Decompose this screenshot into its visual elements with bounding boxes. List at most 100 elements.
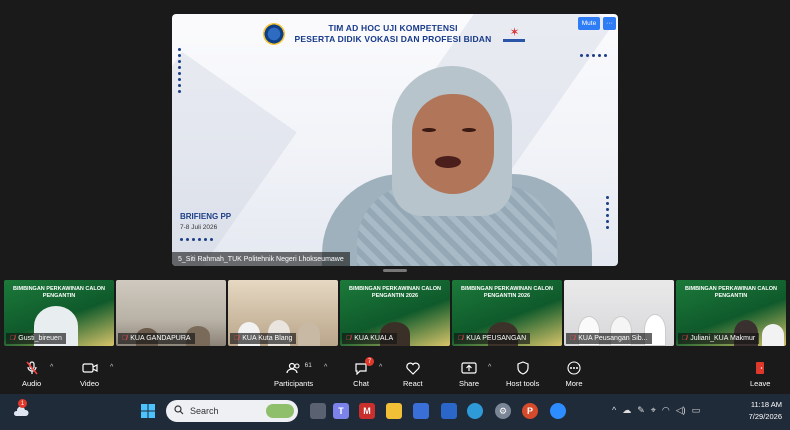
share-options-caret[interactable]: ^ <box>488 364 491 371</box>
zoom-icon[interactable] <box>550 403 566 419</box>
brief-date: 7-8 Juli 2026 <box>180 224 218 231</box>
tile-banner-text: BIMBINGAN PERKAWINAN CALON PENGANTIN <box>13 286 105 299</box>
photos-icon[interactable] <box>441 403 457 419</box>
chat-button[interactable]: 7 Chat <box>352 357 374 388</box>
file-explorer-icon[interactable] <box>386 403 402 419</box>
background-shape <box>172 51 297 266</box>
more-dots-icon <box>565 360 583 376</box>
mic-off-icon: 🎙̸ <box>570 335 576 342</box>
react-button[interactable]: React <box>403 360 423 388</box>
resize-handle[interactable] <box>383 269 407 272</box>
chat-label: Chat <box>353 379 369 388</box>
video-camera-icon <box>81 360 99 376</box>
decorative-dots <box>580 54 607 57</box>
cloud-icon[interactable]: ☁ <box>622 405 631 416</box>
edge-icon[interactable] <box>467 403 483 419</box>
search-icon <box>174 405 184 417</box>
audio-button[interactable]: Audio <box>22 360 41 388</box>
more-options-button[interactable]: ··· <box>603 17 616 30</box>
participant-tile[interactable]: BIMBINGAN PERKAWINAN CALON PENGANTIN 🎙̸ J… <box>676 280 786 346</box>
participant-tile[interactable]: 🎙̸ KUA Kuta Blang <box>228 280 338 346</box>
participants-button[interactable]: 61 Participants <box>274 360 313 388</box>
mic-muted-icon <box>23 360 41 376</box>
system-tray: ^ ☁ ✎ ⌖ ◠ ◁) ▭ <box>612 405 700 416</box>
participant-name: KUA Kuta Blang <box>242 335 293 342</box>
participant-tile[interactable]: BIMBINGAN PERKAWINAN CALON PENGANTIN 202… <box>340 280 450 346</box>
leave-button[interactable]: Leave <box>750 360 770 388</box>
participant-tile[interactable]: BIMBINGAN PERKAWINAN CALON PENGANTIN 202… <box>452 280 562 346</box>
mute-participant-button[interactable]: Mute <box>578 17 600 30</box>
zoom-meeting-window: TIM AD HOC UJI KOMPETENSI PESERTA DIDIK … <box>0 0 790 430</box>
audio-options-caret[interactable]: ^ <box>50 364 53 371</box>
clock-date: 7/29/2026 <box>748 412 782 421</box>
tile-banner-text: BIMBINGAN PERKAWINAN CALON PENGANTIN 202… <box>349 286 441 299</box>
organization-logo: ✶ <box>501 24 527 44</box>
video-button[interactable]: Video <box>80 360 99 388</box>
participant-tile[interactable]: BIMBINGAN PERKAWINAN CALON PENGANTIN 🎙̸ G… <box>4 280 114 346</box>
volume-icon[interactable]: ◁) <box>676 405 686 416</box>
task-view-icon[interactable] <box>310 403 326 419</box>
more-button[interactable]: More <box>565 360 583 388</box>
participants-options-caret[interactable]: ^ <box>324 364 327 371</box>
weather-badge: 1 <box>18 399 27 408</box>
participant-tile[interactable]: 🎙̸ KUA GANDAPURA <box>116 280 226 346</box>
speaker-person <box>322 64 592 266</box>
decorative-dots <box>180 238 213 241</box>
react-label: React <box>403 379 423 388</box>
windows-start-icon[interactable] <box>140 403 156 419</box>
host-tools-button[interactable]: Host tools <box>506 360 539 388</box>
participants-count: 61 <box>304 362 312 369</box>
participant-name-label: 🎙̸ KUA GANDAPURA <box>118 333 195 344</box>
participant-name-label: 🎙̸ KUA KUALA <box>342 333 398 344</box>
participant-person <box>298 322 320 346</box>
participant-name: Juliani_KUA Makmur <box>690 335 756 342</box>
battery-icon[interactable]: ▭ <box>692 405 701 416</box>
participants-label: Participants <box>274 379 314 388</box>
chevron-up-icon[interactable]: ^ <box>612 405 616 416</box>
video-label: Video <box>80 379 100 388</box>
participant-name-label: 🎙̸ Gusti_bireuen <box>6 333 66 344</box>
share-button[interactable]: Share <box>459 360 479 388</box>
location-icon[interactable]: ⌖ <box>651 405 656 416</box>
mic-off-icon: 🎙̸ <box>122 335 128 342</box>
search-highlight-icon <box>266 404 294 418</box>
ministry-logo <box>262 23 285 45</box>
tile-banner-text: BIMBINGAN PERKAWINAN CALON PENGANTIN <box>685 286 777 299</box>
participant-thumbnails: BIMBINGAN PERKAWINAN CALON PENGANTIN 🎙̸ G… <box>4 280 786 346</box>
mic-off-icon: 🎙̸ <box>10 335 16 342</box>
wifi-icon[interactable]: ◠ <box>662 405 670 416</box>
taskbar-clock[interactable]: 11:18 AM 7/29/2026 <box>742 399 782 423</box>
meeting-toolbar: Audio ^ Video ^ 61 Participants ^ 7 Chat… <box>0 352 790 394</box>
mic-off-icon: 🎙̸ <box>682 335 688 342</box>
participant-name: KUA GANDAPURA <box>130 335 191 342</box>
participant-person <box>762 324 784 346</box>
speaker-name-label: 5_Siti Rahmah_TUK Politehnik Negeri Lhok… <box>172 252 350 266</box>
teams-icon[interactable]: T <box>333 403 349 419</box>
participant-tile[interactable]: 🎙̸ KUA Peusangan Sib... <box>564 280 674 346</box>
search-placeholder: Search <box>190 406 219 416</box>
pen-icon[interactable]: ✎ <box>637 405 645 416</box>
audio-label: Audio <box>22 379 42 388</box>
video-options-caret[interactable]: ^ <box>110 364 113 371</box>
weather-icon[interactable]: 1 <box>12 399 29 419</box>
participant-name: KUA PEUSANGAN <box>466 335 527 342</box>
settings-gear-icon[interactable]: ⚙ <box>495 403 511 419</box>
share-label: Share <box>459 379 480 388</box>
powerpoint-icon[interactable]: P <box>522 403 538 419</box>
chat-options-caret[interactable]: ^ <box>379 364 382 371</box>
mic-off-icon: 🎙̸ <box>346 335 352 342</box>
participant-name-label: 🎙̸ Juliani_KUA Makmur <box>678 333 760 344</box>
store-icon[interactable] <box>413 403 429 419</box>
participant-name: KUA Peusangan Sib... <box>578 335 648 342</box>
mic-off-icon: 🎙̸ <box>458 335 464 342</box>
decorative-dots <box>178 48 181 93</box>
participant-name: KUA KUALA <box>354 335 394 342</box>
active-speaker-video[interactable]: TIM AD HOC UJI KOMPETENSI PESERTA DIDIK … <box>172 14 618 266</box>
taskbar-search[interactable]: Search <box>166 400 298 422</box>
chat-unread-badge: 7 <box>365 357 374 366</box>
participant-name: Gusti_bireuen <box>18 335 62 342</box>
tile-banner-text: BIMBINGAN PERKAWINAN CALON PENGANTIN 202… <box>461 286 553 299</box>
mcafee-icon[interactable]: M <box>359 403 375 419</box>
heart-icon <box>404 360 422 376</box>
leave-door-icon <box>751 360 769 376</box>
